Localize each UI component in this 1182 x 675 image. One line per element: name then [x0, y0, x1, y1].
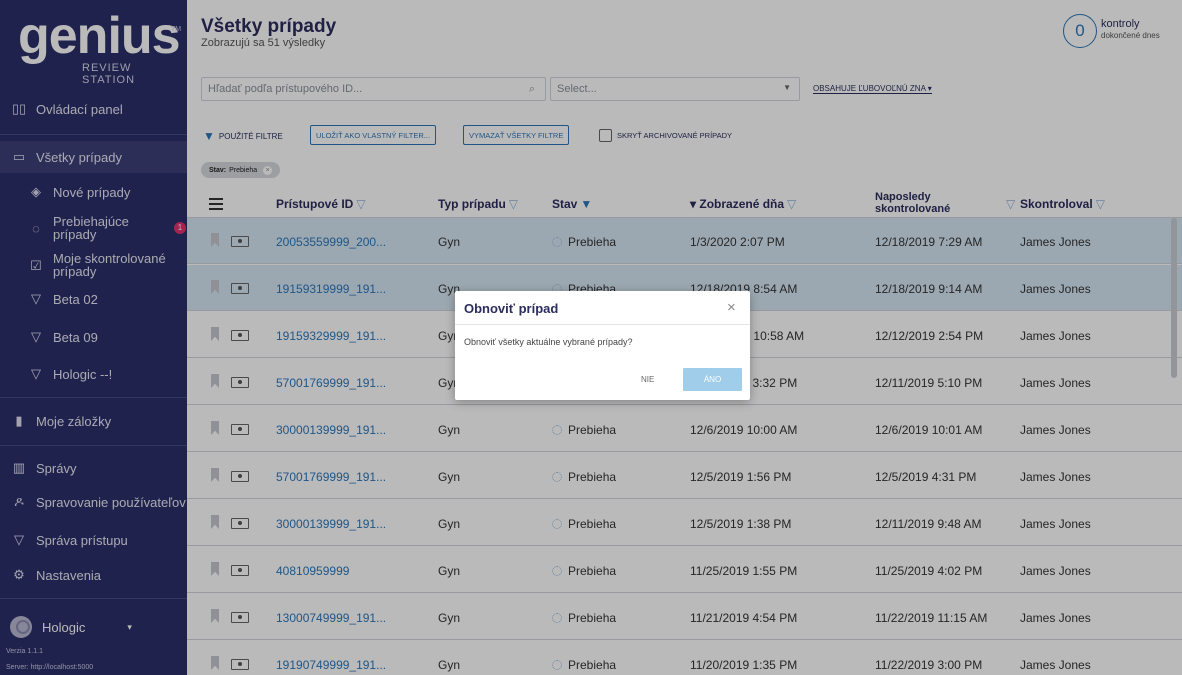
divider: [455, 324, 750, 325]
yes-button[interactable]: ÁNO: [683, 368, 742, 391]
close-icon[interactable]: ×: [727, 299, 736, 316]
dialog-message: Obnoviť všetky aktuálne vybrané prípady?: [464, 337, 633, 347]
no-button[interactable]: NIE: [641, 375, 654, 384]
dialog-title: Obnoviť prípad: [464, 301, 559, 316]
refresh-case-dialog: Obnoviť prípad × Obnoviť všetky aktuálne…: [455, 291, 750, 400]
